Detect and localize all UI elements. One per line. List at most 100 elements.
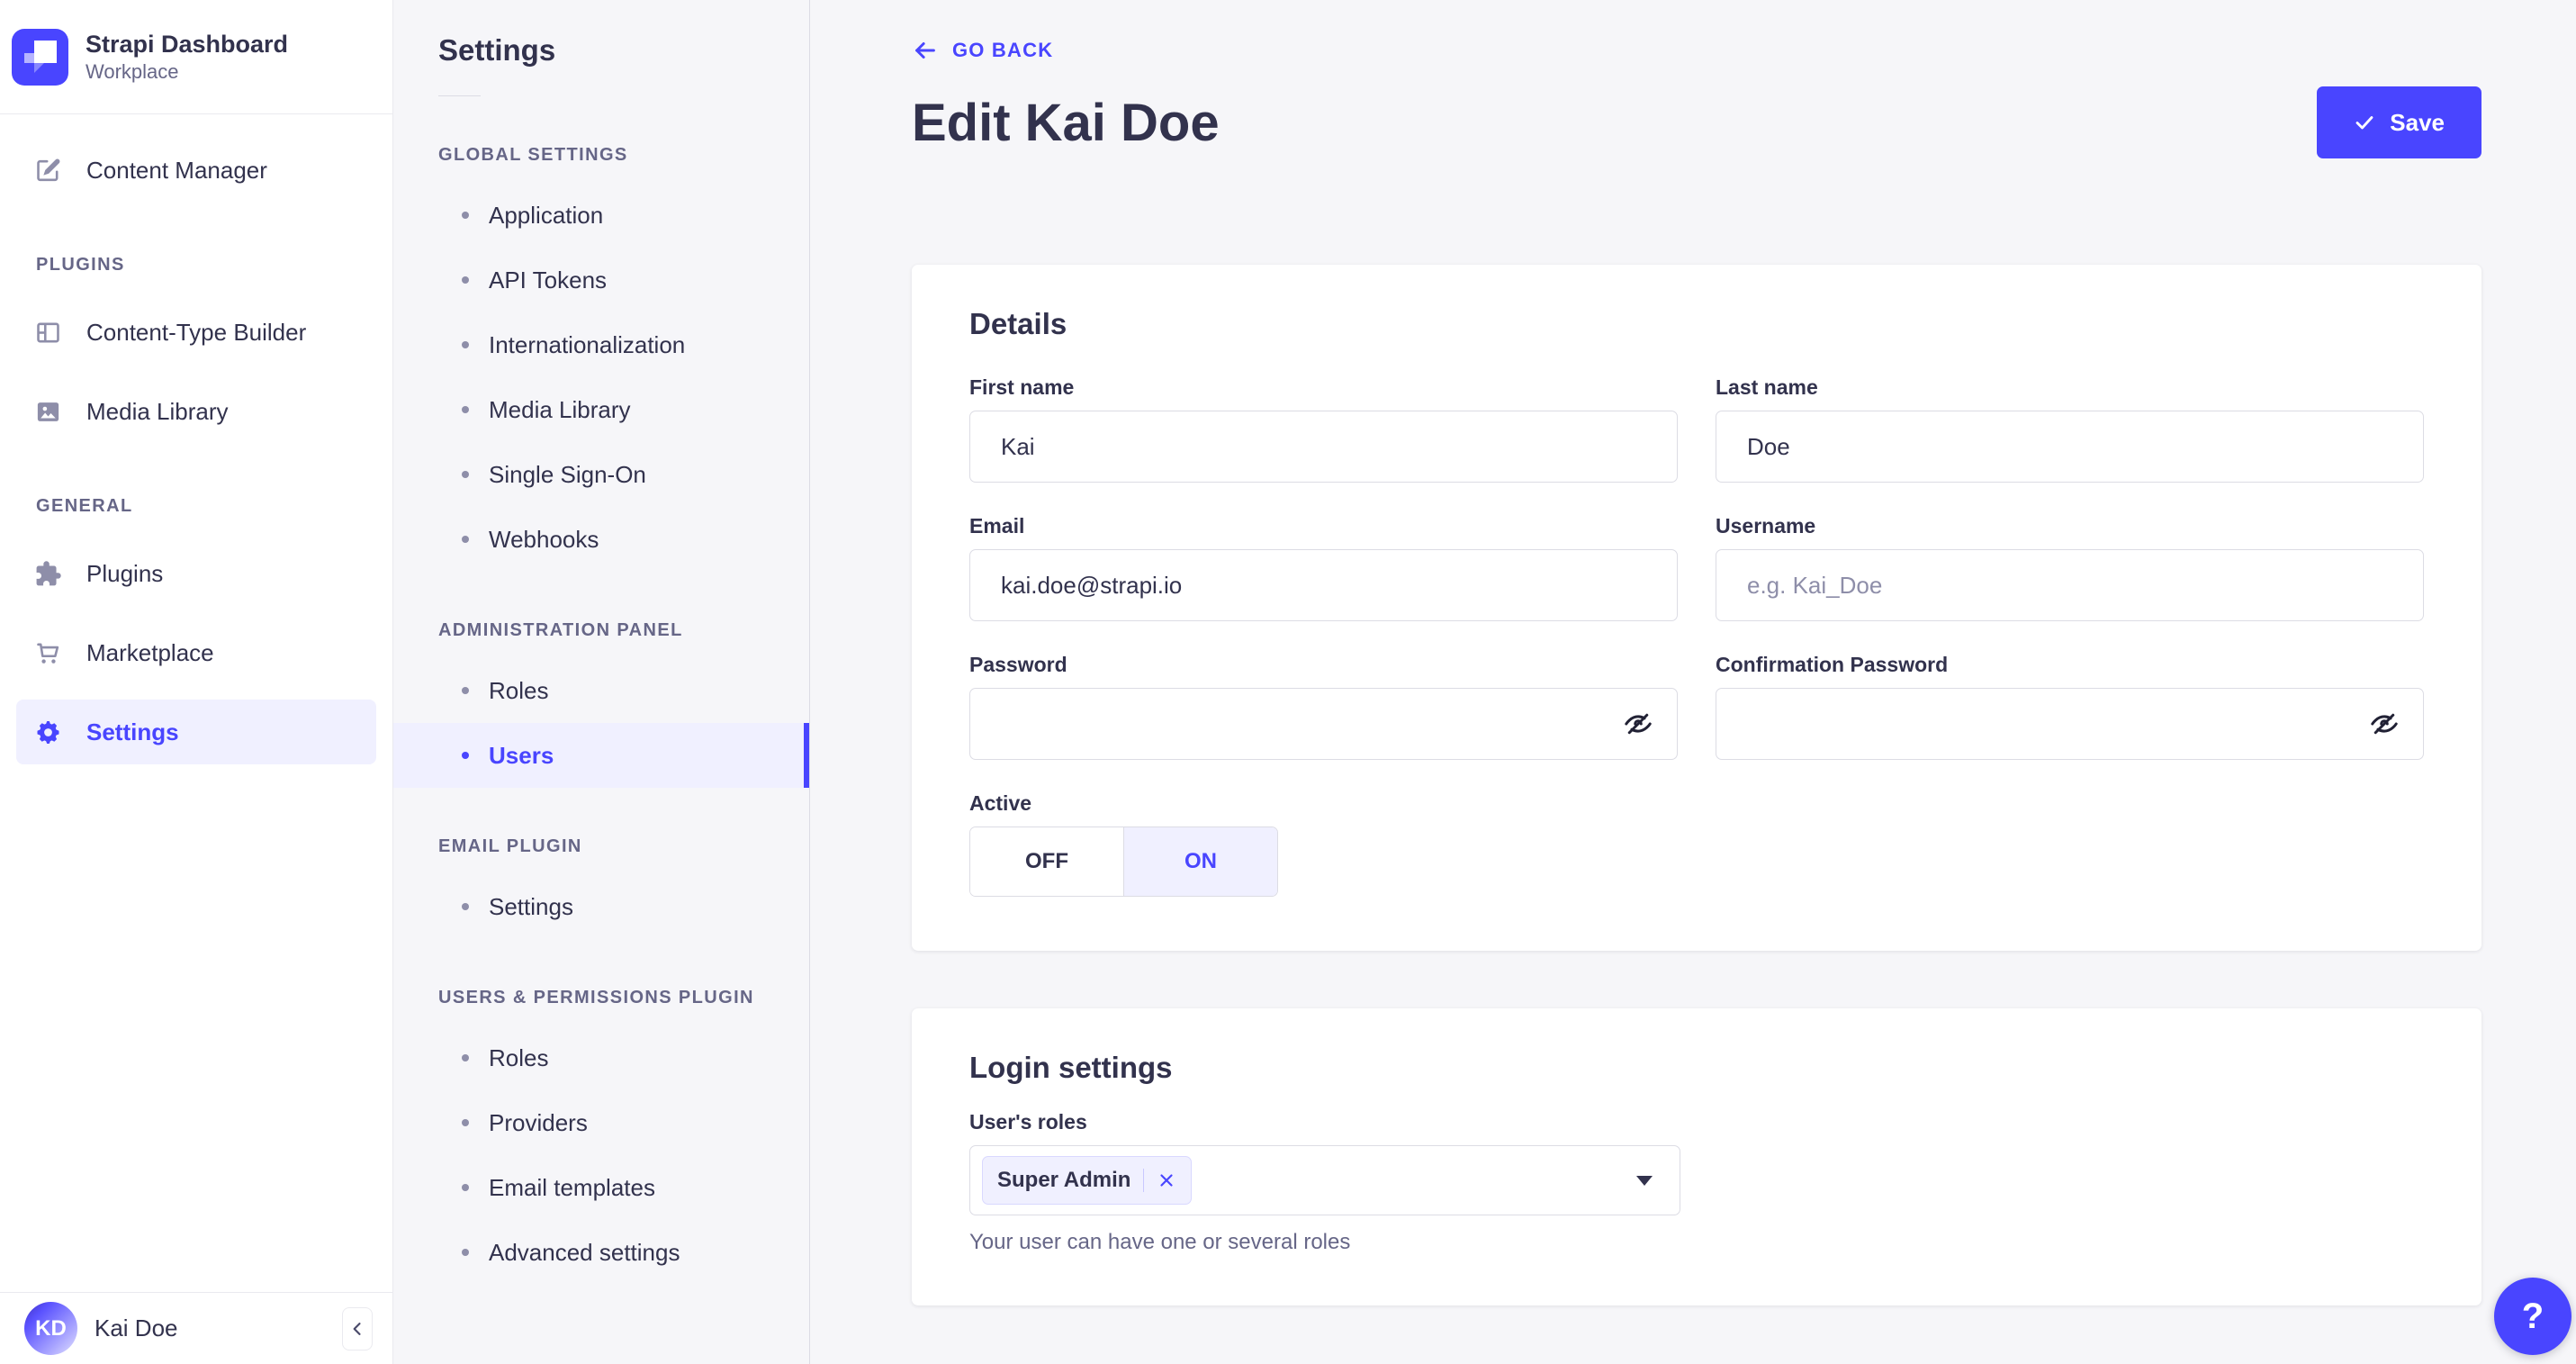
field-password: Password [969, 652, 1678, 760]
active-toggle: OFF ON [969, 827, 1278, 897]
settings-item-label: Single Sign-On [489, 460, 646, 488]
settings-item-email-templates[interactable]: Email templates [393, 1155, 809, 1220]
sidebar-item-label: Marketplace [86, 638, 214, 666]
role-tag-label: Super Admin [997, 1168, 1131, 1192]
settings-item-email-settings[interactable]: Settings [393, 874, 809, 939]
sidebar-item-marketplace[interactable]: Marketplace [16, 620, 376, 685]
settings-section-label: USERS & PERMISSIONS PLUGIN [438, 988, 754, 1007]
eye-slash-icon [1622, 708, 1654, 740]
settings-section-email-plugin: EMAIL PLUGIN Settings [393, 835, 809, 939]
main-sidebar: Strapi Dashboard Workplace Content Manag… [0, 0, 393, 1364]
settings-item-webhooks[interactable]: Webhooks [393, 507, 809, 572]
go-back-link[interactable]: GO BACK [912, 34, 1053, 67]
help-button[interactable]: ? [2494, 1278, 2571, 1355]
first-name-label: First name [969, 375, 1075, 399]
settings-item-label: API Tokens [489, 266, 608, 294]
settings-item-internationalization[interactable]: Internationalization [393, 312, 809, 377]
settings-item-label: Roles [489, 1043, 549, 1071]
field-username: Username [1716, 513, 2424, 621]
collapse-sidebar-button[interactable] [342, 1306, 373, 1350]
sidebar-item-content-manager[interactable]: Content Manager [16, 138, 376, 203]
settings-item-label: Media Library [489, 395, 631, 423]
strapi-admin: Strapi Dashboard Workplace Content Manag… [0, 0, 2576, 1364]
users-roles-select[interactable]: Super Admin [969, 1145, 1680, 1215]
first-name-input[interactable] [969, 411, 1678, 483]
sidebar-item-label: Content-Type Builder [86, 318, 307, 346]
settings-section-label: GLOBAL SETTINGS [438, 145, 628, 165]
sidebar-item-media-library[interactable]: Media Library [16, 379, 376, 444]
main-nav: Content Manager PLUGINS Content-Type Bui… [0, 114, 392, 1292]
settings-item-label: Application [489, 201, 604, 229]
settings-item-roles-admin[interactable]: Roles [393, 658, 809, 723]
confirmation-password-label: Confirmation Password [1716, 653, 1949, 676]
username-label: Username [1716, 514, 1816, 537]
brand-subtitle: Workplace [86, 59, 179, 83]
settings-item-roles-up[interactable]: Roles [393, 1025, 809, 1090]
field-confirmation-password: Confirmation Password [1716, 652, 2424, 760]
sidebar-item-label: Media Library [86, 397, 229, 425]
settings-item-media-library[interactable]: Media Library [393, 377, 809, 442]
sidebar-item-plugins[interactable]: Plugins [16, 541, 376, 606]
confirmation-password-input[interactable] [1716, 688, 2424, 760]
sidebar-item-label: Content Manager [86, 156, 267, 184]
settings-item-label: Advanced settings [489, 1238, 680, 1266]
settings-item-users[interactable]: Users [393, 723, 809, 788]
bullet-dot [462, 1119, 469, 1126]
save-button[interactable]: Save [2317, 86, 2481, 158]
bullet-dot [462, 752, 469, 759]
brand-block[interactable]: Strapi Dashboard Workplace [0, 0, 392, 114]
settings-section-users-permissions: USERS & PERMISSIONS PLUGIN Roles Provide… [393, 986, 809, 1285]
sidebar-item-label: Plugins [86, 559, 164, 587]
settings-item-providers[interactable]: Providers [393, 1090, 809, 1155]
nav-section-general: GENERAL Plugins Marketplace Settings [16, 494, 376, 764]
last-name-label: Last name [1716, 375, 1818, 399]
picture-icon [34, 398, 62, 426]
settings-section-admin-panel: ADMINISTRATION PANEL Roles Users [393, 619, 809, 788]
last-name-input[interactable] [1716, 411, 2424, 483]
bullet-dot [462, 536, 469, 543]
bullet-dot [462, 1184, 469, 1191]
active-toggle-on[interactable]: ON [1124, 827, 1277, 896]
main-content: GO BACK Edit Kai Doe Save Details First … [810, 0, 2576, 1364]
sidebar-item-settings[interactable]: Settings [16, 700, 376, 764]
field-email: Email [969, 513, 1678, 621]
layout-icon [34, 319, 62, 347]
bullet-dot [462, 341, 469, 348]
email-label: Email [969, 514, 1025, 537]
puzzle-icon [34, 560, 62, 588]
x-icon[interactable] [1157, 1170, 1176, 1190]
settings-item-label: Settings [489, 892, 573, 920]
settings-item-label: Webhooks [489, 525, 599, 553]
settings-item-label: Email templates [489, 1173, 655, 1201]
users-roles-label: User's roles [969, 1110, 1087, 1134]
details-heading: Details [969, 307, 1067, 340]
settings-item-api-tokens[interactable]: API Tokens [393, 248, 809, 312]
active-toggle-off[interactable]: OFF [970, 827, 1124, 896]
avatar: KD [24, 1302, 77, 1355]
field-last-name: Last name [1716, 375, 2424, 483]
toggle-confirmation-visibility-button[interactable] [2368, 708, 2400, 740]
check-icon [2354, 112, 2375, 133]
username-input[interactable] [1716, 549, 2424, 621]
password-input[interactable] [969, 688, 1678, 760]
cart-icon [34, 639, 62, 667]
role-tag-super-admin: Super Admin [982, 1156, 1193, 1205]
sidebar-footer: KD Kai Doe [0, 1292, 392, 1364]
settings-item-advanced-settings[interactable]: Advanced settings [393, 1220, 809, 1285]
field-first-name: First name [969, 375, 1678, 483]
toggle-password-visibility-button[interactable] [1622, 708, 1654, 740]
go-back-label: GO BACK [952, 39, 1054, 61]
settings-sidebar-title: Settings [438, 33, 556, 67]
settings-item-single-sign-on[interactable]: Single Sign-On [393, 442, 809, 507]
arrow-left-icon [912, 37, 939, 64]
caret-down-icon [1636, 1175, 1653, 1186]
chevron-left-icon [348, 1320, 366, 1338]
details-card: Details First name Last name Email Usern… [912, 265, 2481, 951]
settings-item-label: Users [489, 741, 554, 769]
email-input[interactable] [969, 549, 1678, 621]
user-name: Kai Doe [95, 1314, 178, 1341]
settings-item-application[interactable]: Application [393, 183, 809, 248]
settings-item-label: Providers [489, 1108, 588, 1136]
nav-section-plugins: PLUGINS Content-Type Builder Media Libra… [16, 253, 376, 444]
sidebar-item-content-type-builder[interactable]: Content-Type Builder [16, 300, 376, 365]
